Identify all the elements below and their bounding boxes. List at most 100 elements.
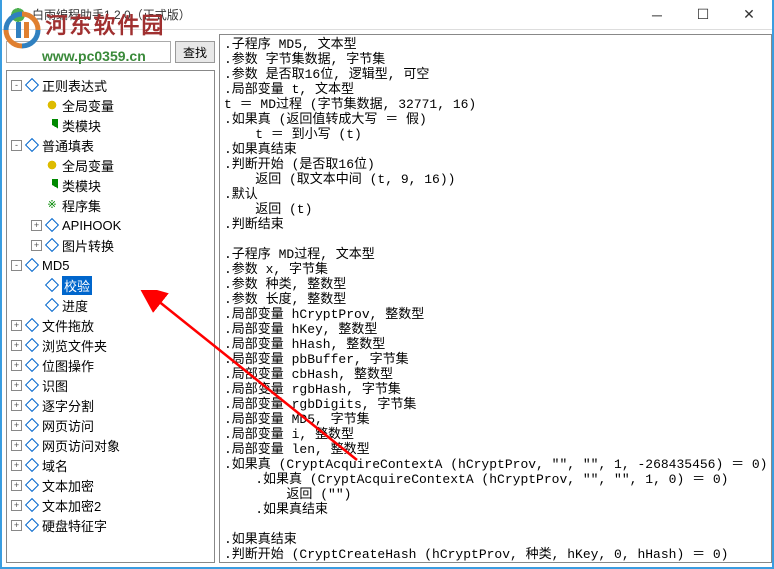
- diamond-icon: [26, 499, 38, 511]
- tree-node[interactable]: + 识图: [7, 375, 214, 395]
- tree-label: 文件拖放: [42, 316, 94, 335]
- diamond-icon: [26, 459, 38, 471]
- diamond-icon: [26, 419, 38, 431]
- diamond-icon: [26, 479, 38, 491]
- diamond-icon: [26, 379, 38, 391]
- expand-icon[interactable]: +: [11, 420, 22, 431]
- tree-label: 程序集: [62, 196, 101, 215]
- tree-label: 普通填表: [42, 136, 94, 155]
- diamond-icon: [46, 299, 58, 311]
- titlebar: 白雨编程助手1.2.0（正式版） ─ ☐ ✕: [2, 0, 772, 30]
- tree-label: 域名: [42, 456, 68, 475]
- tree-node[interactable]: + 文本加密: [7, 475, 214, 495]
- tree-node[interactable]: 类模块: [7, 175, 214, 195]
- diamond-icon: [26, 79, 38, 91]
- expand-icon[interactable]: +: [11, 480, 22, 491]
- maximize-button[interactable]: ☐: [680, 0, 726, 30]
- right-panel: .子程序 MD5, 文本型 .参数 字节集数据, 字节集 .参数 是否取16位,…: [219, 30, 774, 567]
- expand-icon[interactable]: +: [31, 240, 42, 251]
- expand-icon[interactable]: +: [11, 380, 22, 391]
- tree-node[interactable]: + 位图操作: [7, 355, 214, 375]
- tree-node[interactable]: + 逐字分割: [7, 395, 214, 415]
- star-icon: ※: [46, 199, 58, 211]
- diamond-icon: [46, 279, 58, 291]
- tree-node[interactable]: - MD5: [7, 255, 214, 275]
- tree-node[interactable]: 全局变量: [7, 95, 214, 115]
- tree-node[interactable]: + 网页访问: [7, 415, 214, 435]
- tree-spacer: [31, 300, 42, 311]
- expand-icon[interactable]: +: [11, 360, 22, 371]
- window-title: 白雨编程助手1.2.0（正式版）: [32, 6, 191, 23]
- tree-label: 位图操作: [42, 356, 94, 375]
- tree-view[interactable]: -正则表达式全局变量类模块-普通填表全局变量类模块※程序集+APIHOOK+图片…: [6, 70, 215, 563]
- expand-icon[interactable]: +: [11, 460, 22, 471]
- diamond-icon: [26, 259, 38, 271]
- tree-label: 识图: [42, 376, 68, 395]
- circle-icon: [46, 99, 58, 111]
- tree-spacer: [31, 160, 42, 171]
- expand-icon[interactable]: +: [11, 320, 22, 331]
- tree-label: 全局变量: [62, 156, 114, 175]
- module-icon: [46, 179, 58, 191]
- collapse-icon[interactable]: -: [11, 140, 22, 151]
- tree-node[interactable]: - 正则表达式: [7, 75, 214, 95]
- tree-label: 类模块: [62, 176, 101, 195]
- search-input[interactable]: [6, 41, 171, 63]
- tree-spacer: [31, 180, 42, 191]
- diamond-icon: [26, 399, 38, 411]
- expand-icon[interactable]: +: [11, 400, 22, 411]
- collapse-icon[interactable]: -: [11, 260, 22, 271]
- tree-label: 逐字分割: [42, 396, 94, 415]
- collapse-icon[interactable]: -: [11, 80, 22, 91]
- tree-node[interactable]: + 网页访问对象: [7, 435, 214, 455]
- tree-label: APIHOOK: [62, 218, 121, 233]
- tree-label: 全局变量: [62, 96, 114, 115]
- tree-node[interactable]: + 域名: [7, 455, 214, 475]
- code-view[interactable]: .子程序 MD5, 文本型 .参数 字节集数据, 字节集 .参数 是否取16位,…: [219, 34, 772, 563]
- close-button[interactable]: ✕: [726, 0, 772, 30]
- diamond-icon: [26, 439, 38, 451]
- tree-label: 网页访问对象: [42, 436, 120, 455]
- tree-node[interactable]: + APIHOOK: [7, 215, 214, 235]
- tree-label: 硬盘特征字: [42, 516, 107, 535]
- expand-icon[interactable]: +: [11, 340, 22, 351]
- tree-label: MD5: [42, 258, 69, 273]
- tree-node[interactable]: + 浏览文件夹: [7, 335, 214, 355]
- tree-label: 校验: [62, 276, 92, 295]
- tree-node[interactable]: - 普通填表: [7, 135, 214, 155]
- tree-spacer: [31, 200, 42, 211]
- expand-icon[interactable]: +: [11, 520, 22, 531]
- tree-node[interactable]: 进度: [7, 295, 214, 315]
- expand-icon[interactable]: +: [11, 500, 22, 511]
- tree-label: 文本加密2: [42, 496, 101, 515]
- tree-label: 类模块: [62, 116, 101, 135]
- circle-icon: [46, 159, 58, 171]
- tree-node[interactable]: +图片转换: [7, 235, 214, 255]
- tree-node[interactable]: 校验: [7, 275, 214, 295]
- left-panel: 查找 -正则表达式全局变量类模块-普通填表全局变量类模块※程序集+APIHOOK…: [2, 30, 219, 567]
- tree-label: 网页访问: [42, 416, 94, 435]
- expand-icon[interactable]: +: [31, 220, 42, 231]
- app-icon: [10, 7, 26, 23]
- tree-label: 浏览文件夹: [42, 336, 107, 355]
- tree-node[interactable]: 类模块: [7, 115, 214, 135]
- minimize-button[interactable]: ─: [634, 0, 680, 30]
- code-content: .子程序 MD5, 文本型 .参数 字节集数据, 字节集 .参数 是否取16位,…: [220, 35, 771, 563]
- search-button[interactable]: 查找: [175, 41, 215, 63]
- diamond-icon: [26, 339, 38, 351]
- tree-node[interactable]: ※ 程序集: [7, 195, 214, 215]
- module-icon: [46, 119, 58, 131]
- tree-spacer: [31, 120, 42, 131]
- tree-label: 正则表达式: [42, 76, 107, 95]
- tree-label: 进度: [62, 296, 88, 315]
- diamond-icon: [26, 519, 38, 531]
- expand-icon[interactable]: +: [11, 440, 22, 451]
- tree-label: 文本加密: [42, 476, 94, 495]
- diamond-icon: [46, 219, 58, 231]
- tree-node[interactable]: 全局变量: [7, 155, 214, 175]
- tree-spacer: [31, 280, 42, 291]
- tree-node[interactable]: + 硬盘特征字: [7, 515, 214, 535]
- tree-node[interactable]: + 文本加密2: [7, 495, 214, 515]
- tree-node[interactable]: + 文件拖放: [7, 315, 214, 335]
- diamond-icon: [26, 359, 38, 371]
